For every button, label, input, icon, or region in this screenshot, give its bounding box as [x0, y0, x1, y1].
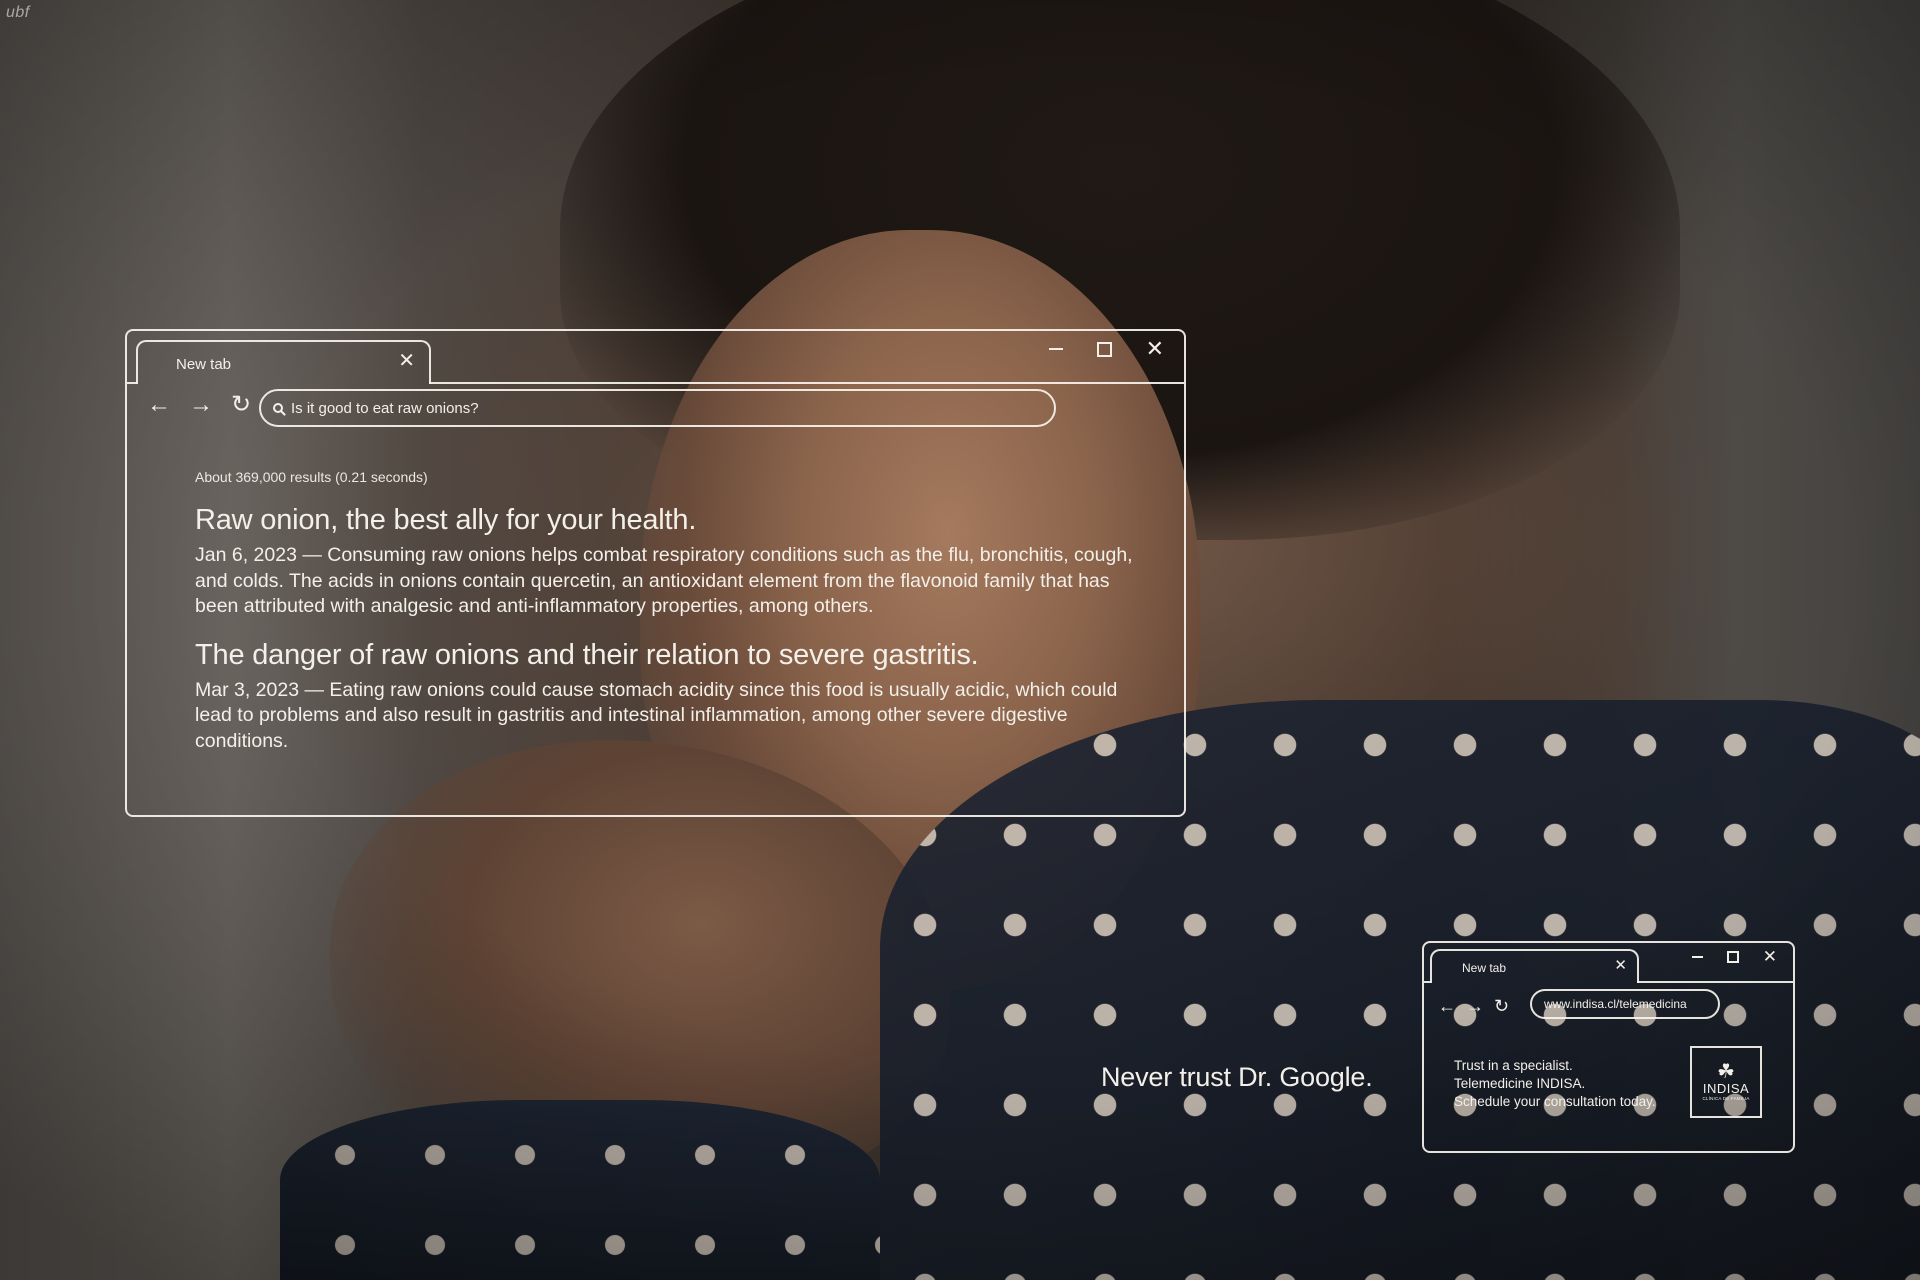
- result-snippet: Jan 6, 2023 — Consuming raw onions helps…: [195, 544, 1133, 617]
- close-icon[interactable]: ✕: [1146, 338, 1164, 360]
- forward-arrow-icon[interactable]: →: [189, 393, 213, 417]
- indisa-logo-icon: ☘: [1717, 1061, 1735, 1083]
- tab-strip-line: [429, 382, 1184, 384]
- search-input[interactable]: Is it good to eat raw onions?: [259, 389, 1056, 427]
- reload-icon[interactable]: ↻: [1494, 994, 1509, 1018]
- cta-line: Trust in a specialist.: [1454, 1058, 1573, 1073]
- main-browser-window: New tab ✕ ✕ ← → ↻ Is it good to eat raw …: [125, 329, 1186, 817]
- url-text: www.indisa.cl/telemedicina: [1544, 997, 1687, 1011]
- corner-logo: ubf: [6, 4, 30, 21]
- indisa-logo[interactable]: ☘ INDISA CLÍNICA DE FAMILIA: [1690, 1046, 1762, 1118]
- small-browser-window: New tab ✕ ✕ ← → ↻ www.indisa.cl/telemedi…: [1422, 941, 1795, 1153]
- search-results: About 369,000 results (0.21 seconds) Raw…: [195, 469, 1135, 772]
- window-controls: ✕: [1048, 338, 1164, 360]
- nav-buttons: ← → ↻: [1438, 994, 1509, 1018]
- tab-new-tab[interactable]: New tab ✕: [1430, 949, 1639, 983]
- forward-arrow-icon[interactable]: →: [1466, 994, 1484, 1018]
- tab-strip-line: [1637, 981, 1793, 983]
- tab-strip-line: [127, 382, 137, 384]
- back-arrow-icon[interactable]: ←: [147, 393, 171, 417]
- result-title[interactable]: The danger of raw onions and their relat…: [195, 638, 1135, 672]
- indisa-logo-sub: CLÍNICA DE FAMILIA: [1702, 1096, 1750, 1101]
- tab-close-icon[interactable]: ✕: [1614, 958, 1627, 973]
- cta-text: Trust in a specialist. Telemedicine INDI…: [1454, 1057, 1656, 1111]
- search-icon: [273, 403, 283, 413]
- maximize-icon[interactable]: [1726, 950, 1739, 963]
- search-query: Is it good to eat raw onions?: [291, 399, 479, 417]
- results-stats: About 369,000 results (0.21 seconds): [195, 469, 428, 485]
- cta-line: Schedule your consultation today.: [1454, 1094, 1656, 1109]
- tab-strip-line: [1424, 981, 1431, 983]
- result-title[interactable]: Raw onion, the best ally for your health…: [195, 503, 1135, 537]
- reload-icon[interactable]: ↻: [231, 393, 251, 417]
- tab-label: New tab: [176, 356, 232, 373]
- close-icon[interactable]: ✕: [1763, 948, 1777, 965]
- tagline: Never trust Dr. Google.: [1101, 1062, 1373, 1092]
- minimize-icon[interactable]: [1048, 348, 1063, 350]
- window-controls: ✕: [1691, 948, 1777, 965]
- maximize-icon[interactable]: [1096, 341, 1112, 357]
- tab-label: New tab: [1462, 961, 1507, 975]
- indisa-logo-name: INDISA: [1702, 1081, 1750, 1096]
- minimize-icon[interactable]: [1691, 955, 1703, 958]
- tab-new-tab[interactable]: New tab ✕: [136, 340, 431, 384]
- cta-line: Telemedicine INDISA.: [1454, 1076, 1586, 1091]
- nav-buttons: ← → ↻: [147, 393, 251, 417]
- tab-close-icon[interactable]: ✕: [398, 351, 415, 371]
- back-arrow-icon[interactable]: ←: [1438, 994, 1456, 1018]
- url-input[interactable]: www.indisa.cl/telemedicina: [1530, 989, 1720, 1019]
- result-snippet: Mar 3, 2023 — Eating raw onions could ca…: [195, 678, 1118, 752]
